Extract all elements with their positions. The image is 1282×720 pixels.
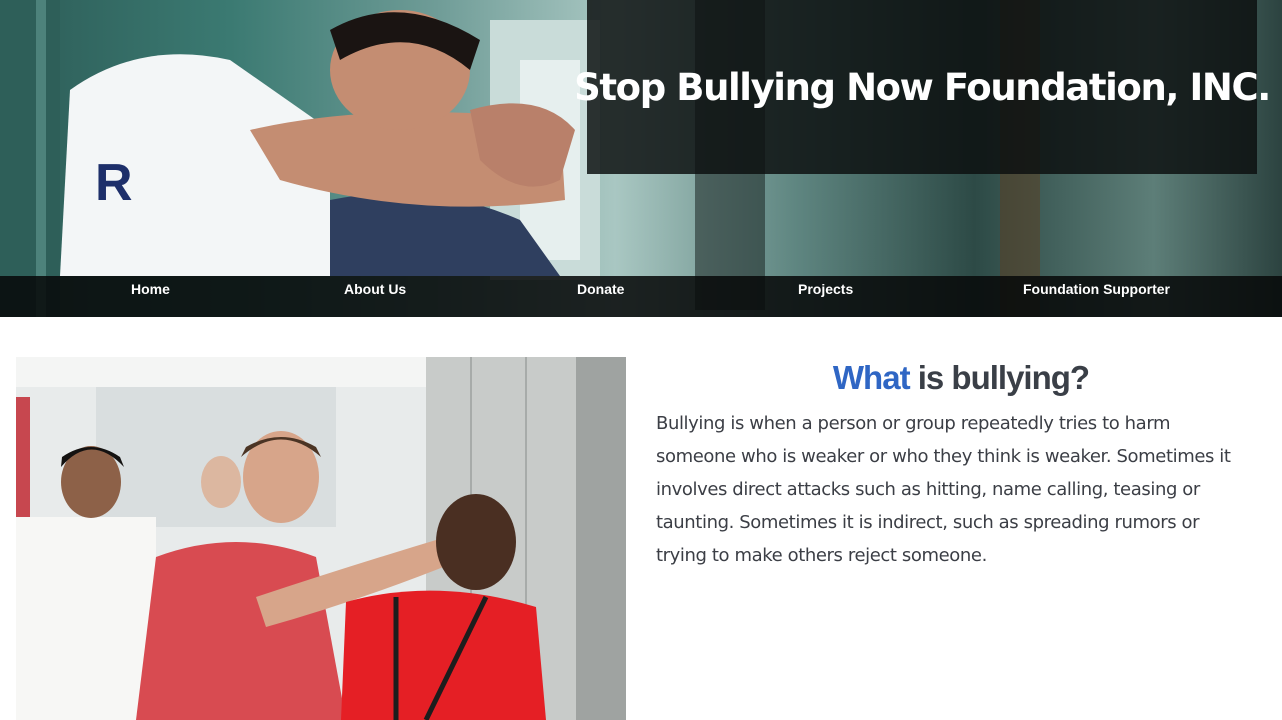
- bullying-photo-illustration: [16, 357, 626, 720]
- svg-text:R: R: [95, 154, 133, 212]
- nav-donate-link[interactable]: Donate: [577, 276, 624, 317]
- nav-foundation-supporter-link[interactable]: Foundation Supporter: [1023, 276, 1170, 317]
- title-box: Stop Bullying Now Foundation, INC.: [574, 0, 1271, 174]
- section-heading-rest: is bullying?: [909, 359, 1090, 396]
- bullying-photo: [16, 357, 626, 720]
- site-title: Stop Bullying Now Foundation, INC.: [574, 65, 1271, 109]
- nav-projects-link[interactable]: Projects: [798, 276, 853, 317]
- page: R Stop Bullying Now Foundation, INC. Hom…: [0, 0, 1282, 720]
- main-navigation: Home About Us Donate Projects Foundation…: [0, 276, 1282, 317]
- section-heading: What is bullying?: [656, 352, 1266, 404]
- header-banner: R Stop Bullying Now Foundation, INC. Hom…: [0, 0, 1282, 317]
- nav-about-link[interactable]: About Us: [344, 276, 406, 317]
- section-heading-accent: What: [832, 359, 911, 396]
- nav-home-link[interactable]: Home: [131, 276, 170, 317]
- section-body-text: Bullying is when a person or group repea…: [656, 413, 1231, 566]
